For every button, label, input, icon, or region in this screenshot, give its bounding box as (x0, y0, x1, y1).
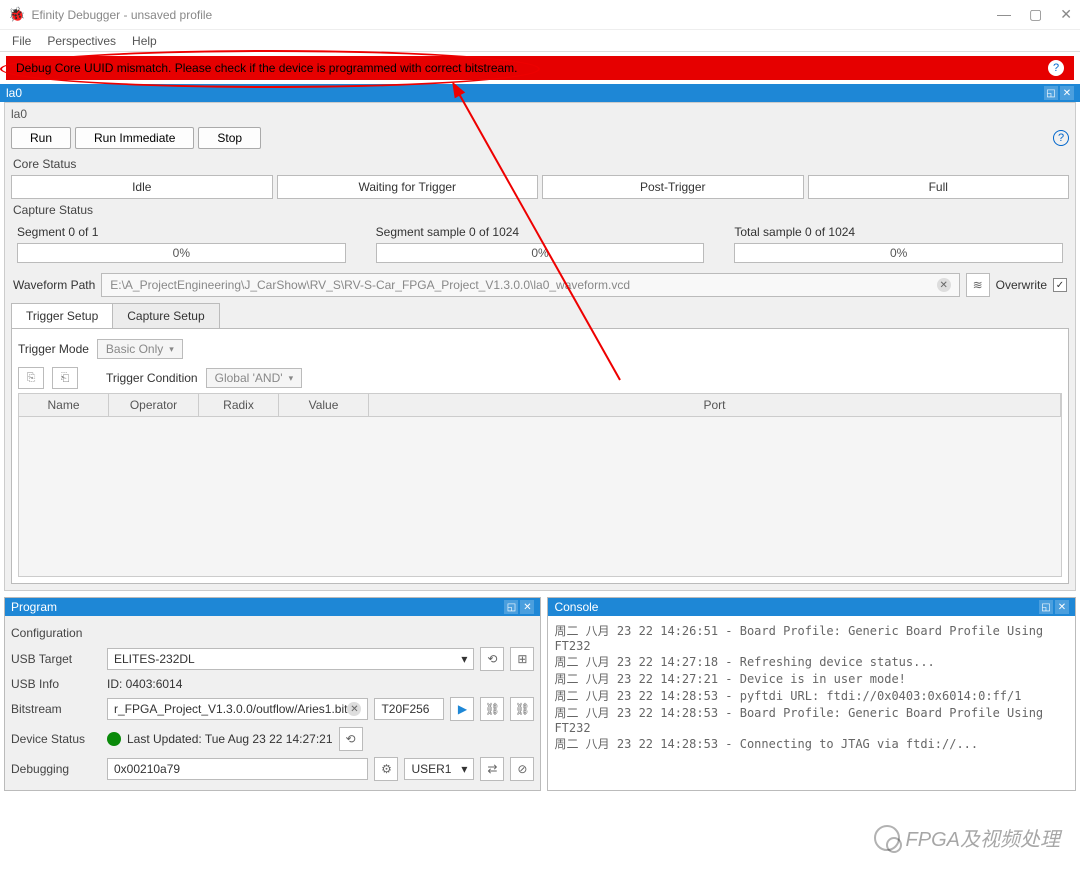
error-banner: Debug Core UUID mismatch. Please check i… (6, 56, 1074, 80)
waveform-path-value: E:\A_ProjectEngineering\J_CarShow\RV_S\R… (110, 278, 630, 292)
console-title: Console (554, 600, 598, 614)
window-title: Efinity Debugger - unsaved profile (31, 8, 212, 22)
device-status-value: Last Updated: Tue Aug 23 22 14:27:21 (127, 732, 333, 746)
program-device-button[interactable]: ▶ (450, 697, 474, 721)
menubar: File Perspectives Help (0, 30, 1080, 52)
col-operator: Operator (109, 394, 199, 416)
program-panel: Program ◱✕ Configuration USB Target ELIT… (4, 597, 541, 791)
menu-file[interactable]: File (12, 34, 31, 48)
segment-label: Segment 0 of 1 (17, 225, 346, 243)
open-waveform-button[interactable]: ≋ (966, 273, 990, 297)
status-full: Full (808, 175, 1070, 199)
help-icon[interactable]: ? (1053, 130, 1069, 146)
segment-progress: 0% (17, 243, 346, 263)
disconnect-debug-button[interactable]: ⊘ (510, 757, 534, 781)
overwrite-checkbox[interactable]: ✓ (1053, 278, 1067, 292)
console-output[interactable]: 周二 八月 23 22 14:26:51 - Board Profile: Ge… (548, 616, 1075, 790)
la0-title: la0 (6, 86, 22, 100)
refresh-usb-button[interactable]: ⟲ (480, 647, 504, 671)
capture-status-label: Capture Status (11, 199, 1069, 221)
col-radix: Radix (199, 394, 279, 416)
bitstream-label: Bitstream (11, 702, 101, 716)
usb-info-value: ID: 0403:6014 (107, 677, 534, 691)
add-trigger-button[interactable]: ⎘ (18, 367, 44, 389)
user-select[interactable]: USER1▾ (404, 758, 474, 780)
status-waiting: Waiting for Trigger (277, 175, 539, 199)
program-title: Program (11, 600, 57, 614)
la0-sublabel: la0 (11, 105, 1069, 123)
trigger-setup-body: Trigger Mode Basic Only ⎘ ⎗ Trigger Cond… (11, 329, 1069, 584)
restore-icon[interactable]: ◱ (504, 600, 518, 614)
waveform-path-input[interactable]: E:\A_ProjectEngineering\J_CarShow\RV_S\R… (101, 273, 959, 297)
col-value: Value (279, 394, 369, 416)
menu-help[interactable]: Help (132, 34, 157, 48)
remove-trigger-button[interactable]: ⎗ (52, 367, 78, 389)
total-sample-label: Total sample 0 of 1024 (734, 225, 1063, 243)
debug-settings-button[interactable]: ⚙ (374, 757, 398, 781)
la0-panel-body: la0 Run Run Immediate Stop ? Core Status… (4, 102, 1076, 591)
refresh-status-button[interactable]: ⟲ (339, 727, 363, 751)
menu-perspectives[interactable]: Perspectives (47, 34, 116, 48)
console-panel: Console ◱✕ 周二 八月 23 22 14:26:51 - Board … (547, 597, 1076, 791)
status-idle: Idle (11, 175, 273, 199)
trigger-grid-body (18, 417, 1062, 577)
debugging-label: Debugging (11, 762, 101, 776)
debugging-input[interactable]: 0x00210a79 (107, 758, 368, 780)
restore-icon[interactable]: ◱ (1044, 86, 1058, 100)
minimize-button[interactable]: — (997, 6, 1011, 23)
watermark-text: FPGA及视频处理 (906, 823, 1060, 852)
overwrite-label: Overwrite (996, 278, 1047, 292)
watermark: FPGA及视频处理 (874, 823, 1060, 852)
trigger-mode-label: Trigger Mode (18, 342, 89, 356)
jtag-chain2-button[interactable]: ⛓ (510, 697, 534, 721)
close-button[interactable]: ✕ (1060, 6, 1072, 23)
core-status-label: Core Status (11, 153, 1069, 175)
usb-target-label: USB Target (11, 652, 101, 666)
segment-sample-progress: 0% (376, 243, 705, 263)
waveform-path-label: Waveform Path (13, 278, 95, 292)
bug-icon: 🐞 (8, 6, 25, 23)
trigger-condition-label: Trigger Condition (106, 371, 198, 385)
error-message: Debug Core UUID mismatch. Please check i… (16, 61, 518, 75)
usb-info-label: USB Info (11, 677, 101, 691)
connect-debug-button[interactable]: ⇄ (480, 757, 504, 781)
tab-capture-setup[interactable]: Capture Setup (112, 303, 219, 328)
status-post: Post-Trigger (542, 175, 804, 199)
wechat-icon (874, 825, 900, 851)
close-panel-icon[interactable]: ✕ (1060, 86, 1074, 100)
la0-panel-header: la0 ◱✕ (0, 84, 1080, 102)
run-immediate-button[interactable]: Run Immediate (75, 127, 194, 149)
col-port: Port (369, 394, 1061, 416)
tab-trigger-setup[interactable]: Trigger Setup (11, 303, 113, 328)
run-button[interactable]: Run (11, 127, 71, 149)
trigger-mode-select[interactable]: Basic Only (97, 339, 183, 359)
window-titlebar: 🐞 Efinity Debugger - unsaved profile — ▢… (0, 0, 1080, 30)
trigger-condition-select[interactable]: Global 'AND' (206, 368, 302, 388)
total-sample-progress: 0% (734, 243, 1063, 263)
clear-path-icon[interactable]: ✕ (937, 278, 951, 292)
device-input[interactable]: T20F256 (374, 698, 444, 720)
close-panel-icon[interactable]: ✕ (1055, 600, 1069, 614)
stop-button[interactable]: Stop (198, 127, 261, 149)
segment-sample-label: Segment sample 0 of 1024 (376, 225, 705, 243)
status-dot-icon (107, 732, 121, 746)
col-name: Name (19, 394, 109, 416)
trigger-grid-header: Name Operator Radix Value Port (18, 393, 1062, 417)
close-panel-icon[interactable]: ✕ (520, 600, 534, 614)
device-status-label: Device Status (11, 732, 101, 746)
usb-tree-button[interactable]: ⊞ (510, 647, 534, 671)
help-icon[interactable]: ? (1048, 60, 1064, 76)
configuration-label: Configuration (11, 622, 534, 644)
clear-bitstream-icon[interactable]: ✕ (347, 702, 361, 716)
maximize-button[interactable]: ▢ (1029, 6, 1042, 23)
bitstream-input[interactable]: r_FPGA_Project_V1.3.0.0/outflow/Aries1.b… (107, 698, 368, 720)
jtag-chain-button[interactable]: ⛓ (480, 697, 504, 721)
usb-target-select[interactable]: ELITES-232DL▾ (107, 648, 474, 670)
restore-icon[interactable]: ◱ (1039, 600, 1053, 614)
